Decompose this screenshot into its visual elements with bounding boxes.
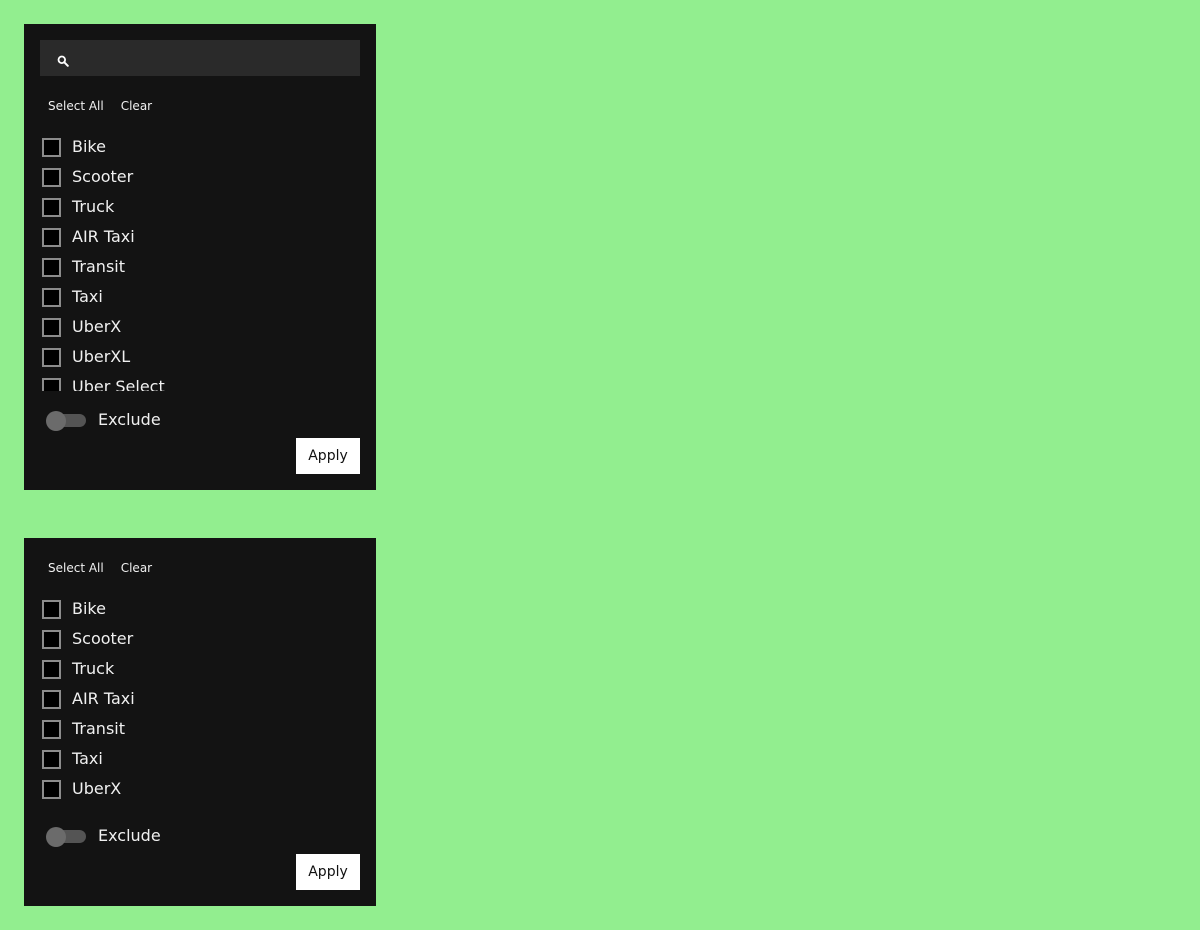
option-uberx[interactable]: UberX	[40, 312, 360, 342]
checkbox[interactable]	[42, 630, 61, 649]
clear-button[interactable]: Clear	[121, 96, 152, 116]
option-label: Scooter	[72, 167, 134, 186]
exclude-label: Exclude	[98, 826, 161, 845]
checkbox[interactable]	[42, 690, 61, 709]
option-bike[interactable]: Bike	[40, 594, 360, 624]
clear-button[interactable]: Clear	[121, 558, 152, 578]
toggle-knob	[46, 827, 66, 847]
option-air-taxi[interactable]: AIR Taxi	[40, 684, 360, 714]
bulk-actions: Select All Clear	[48, 558, 169, 578]
search-input[interactable]	[78, 40, 350, 76]
option-label: UberX	[72, 779, 122, 798]
select-all-button[interactable]: Select All	[48, 96, 104, 116]
exclude-label: Exclude	[98, 410, 161, 429]
option-label: Taxi	[72, 287, 103, 306]
exclude-toggle[interactable]	[46, 824, 86, 848]
checkbox[interactable]	[42, 168, 61, 187]
toggle-knob	[46, 411, 66, 431]
option-list[interactable]: Bike Scooter Truck AIR Taxi Transit Taxi…	[40, 132, 360, 391]
checkbox[interactable]	[42, 378, 61, 391]
option-scooter[interactable]: Scooter	[40, 162, 360, 192]
bulk-actions: Select All Clear	[48, 96, 169, 116]
search-box[interactable]	[40, 40, 360, 76]
checkbox[interactable]	[42, 348, 61, 367]
option-truck[interactable]: Truck	[40, 192, 360, 222]
option-list[interactable]: Bike Scooter Truck AIR Taxi Transit Taxi…	[40, 594, 360, 804]
search-icon	[57, 52, 69, 67]
option-scooter[interactable]: Scooter	[40, 624, 360, 654]
option-label: Bike	[72, 137, 106, 156]
checkbox[interactable]	[42, 780, 61, 799]
exclude-toggle[interactable]	[46, 408, 86, 432]
option-bike[interactable]: Bike	[40, 132, 360, 162]
filter-panel: Select All Clear Bike Scooter Truck AIR …	[24, 538, 376, 906]
option-label: Transit	[72, 719, 125, 738]
option-label: AIR Taxi	[72, 227, 135, 246]
option-label: AIR Taxi	[72, 689, 135, 708]
apply-button[interactable]: Apply	[296, 854, 360, 890]
option-uberx[interactable]: UberX	[40, 774, 360, 804]
checkbox[interactable]	[42, 660, 61, 679]
option-uber-select[interactable]: Uber Select	[40, 372, 360, 391]
select-all-button[interactable]: Select All	[48, 558, 104, 578]
checkbox[interactable]	[42, 318, 61, 337]
option-truck[interactable]: Truck	[40, 654, 360, 684]
option-label: Bike	[72, 599, 106, 618]
option-label: UberX	[72, 317, 122, 336]
option-label: Truck	[72, 659, 115, 678]
option-label: Transit	[72, 257, 125, 276]
option-air-taxi[interactable]: AIR Taxi	[40, 222, 360, 252]
option-transit[interactable]: Transit	[40, 252, 360, 282]
filter-panel-with-search: Select All Clear Bike Scooter Truck AIR …	[24, 24, 376, 490]
checkbox[interactable]	[42, 228, 61, 247]
checkbox[interactable]	[42, 288, 61, 307]
option-uberxl[interactable]: UberXL	[40, 342, 360, 372]
option-label: Scooter	[72, 629, 134, 648]
checkbox[interactable]	[42, 600, 61, 619]
option-label: UberXL	[72, 347, 131, 366]
checkbox[interactable]	[42, 720, 61, 739]
checkbox[interactable]	[42, 138, 61, 157]
option-taxi[interactable]: Taxi	[40, 282, 360, 312]
option-taxi[interactable]: Taxi	[40, 744, 360, 774]
checkbox[interactable]	[42, 750, 61, 769]
checkbox[interactable]	[42, 198, 61, 217]
checkbox[interactable]	[42, 258, 61, 277]
apply-button[interactable]: Apply	[296, 438, 360, 474]
option-label: Truck	[72, 197, 115, 216]
option-transit[interactable]: Transit	[40, 714, 360, 744]
option-label: Uber Select	[72, 377, 165, 391]
option-label: Taxi	[72, 749, 103, 768]
